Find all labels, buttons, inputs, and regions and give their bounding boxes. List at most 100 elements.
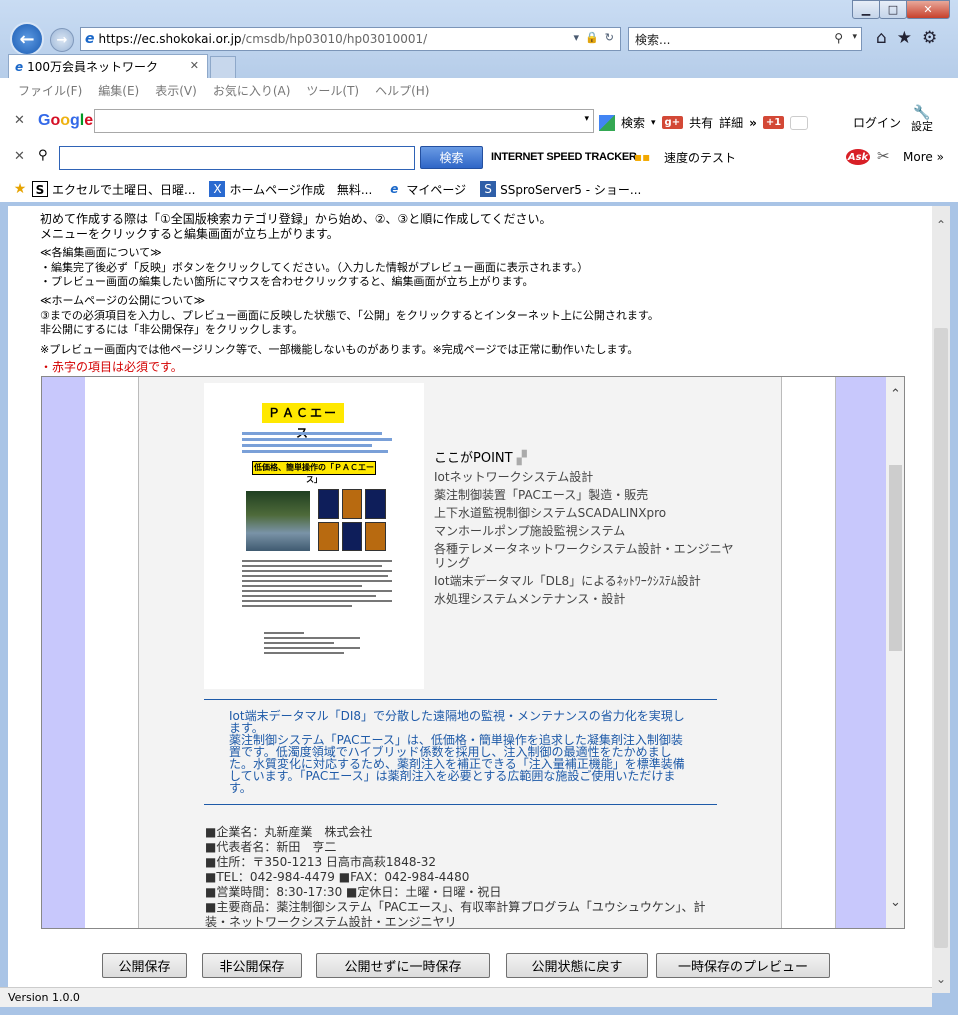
- speed-search-input[interactable]: [59, 146, 415, 170]
- favorites-star-icon[interactable]: ★: [12, 181, 28, 197]
- minimize-button[interactable]: ▁: [852, 0, 880, 19]
- speed-toolbar: ✕ ⚲ 検索 INTERNET SPEED TRACKER ▪▪ 速度のテスト …: [0, 140, 958, 176]
- tools-icon[interactable]: ✂: [877, 147, 890, 165]
- scroll-up-icon[interactable]: ⌃: [932, 218, 950, 236]
- share-button[interactable]: 共有: [689, 114, 713, 131]
- instruction-line: ・編集完了後必ず「反映」ボタンをクリックしてください。（入力した情報がプレビュー…: [40, 261, 589, 274]
- gplus-one-button[interactable]: +1: [762, 116, 785, 129]
- settings-button[interactable]: 🔧 設定: [911, 105, 933, 133]
- preview-scroll-thumb[interactable]: [889, 465, 902, 651]
- scroll-up-icon[interactable]: ⌃: [886, 387, 904, 402]
- close-toolbar-icon[interactable]: ✕: [14, 113, 25, 128]
- point-item: 上下水道監視制御システムSCADALINXpro: [434, 506, 667, 520]
- refresh-icon[interactable]: ↻: [605, 31, 614, 44]
- private-save-button[interactable]: 非公開保存: [202, 953, 302, 978]
- favorite-item-mypage[interactable]: e マイページ: [386, 181, 466, 198]
- s-site-icon: S: [32, 181, 48, 197]
- maximize-button[interactable]: □: [879, 0, 907, 19]
- browser-tab[interactable]: e 100万会員ネットワーク ✕: [8, 54, 208, 78]
- company-info: ■企業名：丸新産業 株式会社 ■代表者名：新田 亨二 ■住所：〒350-1213…: [205, 825, 725, 928]
- search-icon[interactable]: ⚲: [834, 31, 843, 45]
- browser-search-input[interactable]: 検索... ⚲ ▾: [628, 27, 862, 51]
- scroll-down-icon[interactable]: ⌄: [886, 895, 904, 910]
- close-tab-icon[interactable]: ✕: [190, 59, 199, 72]
- ask-logo[interactable]: Ask: [846, 149, 870, 165]
- preview-note: ※プレビュー画面内では他ページリンク等で、一部機能しないものがあります。※完成ペ…: [40, 343, 639, 356]
- status-bar: Version 1.0.0: [0, 987, 932, 1007]
- company-address: ■住所：〒350-1213 日高市高萩1848-32: [205, 855, 437, 869]
- page-scroll-thumb[interactable]: [934, 328, 948, 948]
- scroll-down-icon[interactable]: ⌄: [932, 972, 950, 990]
- google-logo: Google: [38, 112, 94, 129]
- overflow-chevron-icon[interactable]: »: [749, 116, 757, 130]
- point-item: マンホールポンプ施設監視システム: [434, 524, 626, 538]
- gplus-share-icon: g+: [661, 116, 684, 129]
- url-text[interactable]: https://ec.shokokai.or.jp/cmsdb/hp03010/…: [99, 32, 428, 46]
- menu-view[interactable]: 表示(V): [155, 82, 197, 99]
- back-arrow-icon: ←: [19, 28, 35, 50]
- menu-tools[interactable]: ツール(T): [306, 82, 359, 99]
- more-button[interactable]: More »: [903, 150, 944, 164]
- close-button[interactable]: ✕: [906, 0, 950, 19]
- flyer-title: ＰＡＣエース: [262, 403, 344, 440]
- instruction-line: ・プレビュー画面の編集したい箇所にマウスを合わせクリックすると、編集画面が立ち上…: [40, 275, 534, 288]
- flyer-photo: [246, 491, 310, 551]
- intro-paragraph: Iot端末データマル「DI8」で分散した遠隔地の監視・メンテナンスの省力化を実現…: [229, 709, 685, 735]
- product-flyer-image[interactable]: ＰＡＣエース 低価格、簡単操作の「ＰＡＣエース」: [204, 383, 424, 689]
- close-toolbar-icon[interactable]: ✕: [14, 149, 25, 164]
- required-note: ・赤字の項目は必須です。: [40, 360, 183, 374]
- google-search-button[interactable]: 検索: [621, 114, 645, 131]
- action-bar: 公開保存 非公開保存 公開せずに一時保存 公開状態に戻す 一時保存のプレビュー: [8, 950, 932, 984]
- favorite-item-sspro[interactable]: S SSproServer5 - ショー...: [480, 181, 641, 198]
- page-content: 初めて作成する際は「①全国版検索カテゴリ登録」から始め、②、③と順に作成してくだ…: [8, 206, 932, 987]
- menu-favorites[interactable]: お気に入り(A): [213, 82, 291, 99]
- search-dropdown-icon[interactable]: ▾: [852, 32, 857, 42]
- favorite-item-homepage[interactable]: X ホームページ作成 無料...: [209, 181, 372, 198]
- chevron-down-icon[interactable]: ▾: [651, 118, 656, 128]
- home-icon[interactable]: ⌂: [876, 28, 887, 48]
- speed-test-link[interactable]: 速度のテスト: [664, 149, 736, 166]
- flyer-screens: [318, 489, 386, 551]
- login-link[interactable]: ログイン: [853, 114, 901, 131]
- menu-help[interactable]: ヘルプ(H): [375, 82, 429, 99]
- google-search-input[interactable]: ▾: [94, 109, 594, 133]
- chevron-down-icon[interactable]: ▾: [584, 114, 589, 124]
- browser-window: ▁ □ ✕ ← → e https://ec.shokokai.or.jp/cm…: [0, 0, 958, 1015]
- google-toolbar: ✕ Google ▾ 検索 ▾ g+ 共有 詳細 » +1 ログイン 🔧 設定: [0, 102, 958, 140]
- details-button[interactable]: 詳細: [719, 114, 743, 131]
- edit-section-heading: ≪各編集画面について≫: [40, 246, 162, 259]
- menu-bar: ファイル(F) 編集(E) 表示(V) お気に入り(A) ツール(T) ヘルプ(…: [0, 78, 958, 102]
- flyer-spec-lines: [242, 557, 392, 610]
- favorites-star-icon[interactable]: ★: [897, 28, 912, 48]
- menu-file[interactable]: ファイル(F): [18, 82, 82, 99]
- point-item: Iot端末データマル「DL8」によるﾈｯﾄﾜｰｸｼｽﾃﾑ設計: [434, 574, 701, 588]
- publish-save-button[interactable]: 公開保存: [102, 953, 187, 978]
- wrench-icon: 🔧: [913, 105, 931, 121]
- forward-button[interactable]: →: [50, 28, 74, 52]
- instruction-line: 非公開にするには「非公開保存」をクリックします。: [40, 323, 304, 336]
- speed-search-button[interactable]: 検索: [420, 146, 483, 169]
- preview-frame[interactable]: ＰＡＣエース 低価格、簡単操作の「ＰＡＣエース」 ここがPOINT: [41, 376, 905, 929]
- gear-icon[interactable]: ⚙: [922, 28, 937, 48]
- page-scrollbar[interactable]: ⌃ ⌄: [932, 206, 950, 993]
- flyer-text-lines: [242, 429, 392, 456]
- point-item: 薬注制御装置「PACエース」製造・販売: [434, 488, 649, 502]
- instruction-line: ③までの必須項目を入力し、プレビュー画面に反映した状態で、「公開」をクリックする…: [40, 309, 659, 322]
- sspro-site-icon: S: [480, 181, 497, 197]
- address-dropdown-icon[interactable]: ▾: [574, 31, 580, 44]
- revert-button[interactable]: 公開状態に戻す: [506, 953, 648, 978]
- menu-edit[interactable]: 編集(E): [98, 82, 139, 99]
- address-tools: ▾ 🔒 ↻: [574, 31, 614, 44]
- temp-save-button[interactable]: 公開せずに一時保存: [316, 953, 490, 978]
- browser-chrome: ▁ □ ✕ ← → e https://ec.shokokai.or.jp/cm…: [0, 0, 958, 78]
- publish-section-heading: ≪ホームページの公開について≫: [40, 294, 206, 307]
- favorite-item-excel[interactable]: S エクセルで土曜日、日曜...: [32, 181, 195, 198]
- back-button[interactable]: ←: [10, 22, 44, 56]
- preview-scrollbar[interactable]: ⌃ ⌄: [886, 377, 904, 928]
- preview-main[interactable]: ＰＡＣエース 低価格、簡単操作の「ＰＡＣエース」 ここがPOINT: [139, 377, 782, 928]
- temp-preview-button[interactable]: 一時保存のプレビュー: [656, 953, 830, 978]
- address-bar[interactable]: e https://ec.shokokai.or.jp/cmsdb/hp0301…: [80, 27, 621, 51]
- ie-page-icon: e: [85, 31, 95, 47]
- lock-icon[interactable]: 🔒: [585, 31, 599, 44]
- new-tab-button[interactable]: [210, 56, 236, 78]
